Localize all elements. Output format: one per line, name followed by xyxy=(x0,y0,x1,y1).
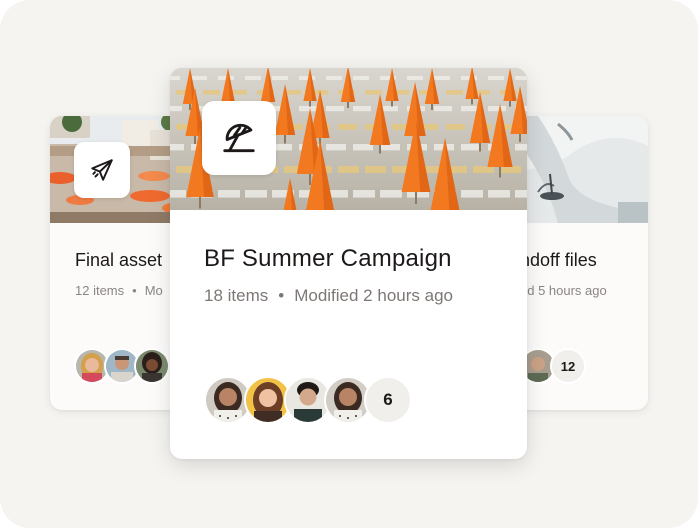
folder-title: ndoff files xyxy=(520,250,597,270)
beach-umbrella-icon xyxy=(223,123,255,153)
member-avatars[interactable] xyxy=(74,348,170,384)
member-overflow-count: 6 xyxy=(364,376,412,424)
separator-dot: • xyxy=(278,286,285,305)
folder-title: Final asset xyxy=(75,250,163,270)
folder-title: BF Summer Campaign xyxy=(204,245,452,272)
folder-meta: 18 items • Modified 2 hours ago xyxy=(204,286,453,306)
item-count: 12 items xyxy=(75,283,125,298)
member-avatars[interactable]: 6 xyxy=(204,376,412,424)
folder-card-bf-summer-campaign[interactable]: BF Summer Campaign 18 items • Modified 2 h… xyxy=(170,68,527,459)
folder-type-tile xyxy=(74,142,130,198)
member-overflow-count: 12 xyxy=(550,348,586,384)
item-count: 18 items xyxy=(204,286,269,305)
avatar xyxy=(134,348,170,384)
modified-text: Modified 2 hours ago xyxy=(294,286,453,305)
folder-type-tile xyxy=(202,101,276,175)
folder-meta: 12 items • Mo xyxy=(75,283,163,298)
separator-dot: • xyxy=(132,283,137,298)
paper-plane-icon xyxy=(91,159,113,181)
member-avatars[interactable]: 12 xyxy=(520,348,586,384)
folder-meta: ed 5 hours ago xyxy=(520,283,607,298)
stage: Final asset 12 items • Mo ndoff files ed… xyxy=(0,0,698,528)
modified-text: Mo xyxy=(144,283,163,298)
